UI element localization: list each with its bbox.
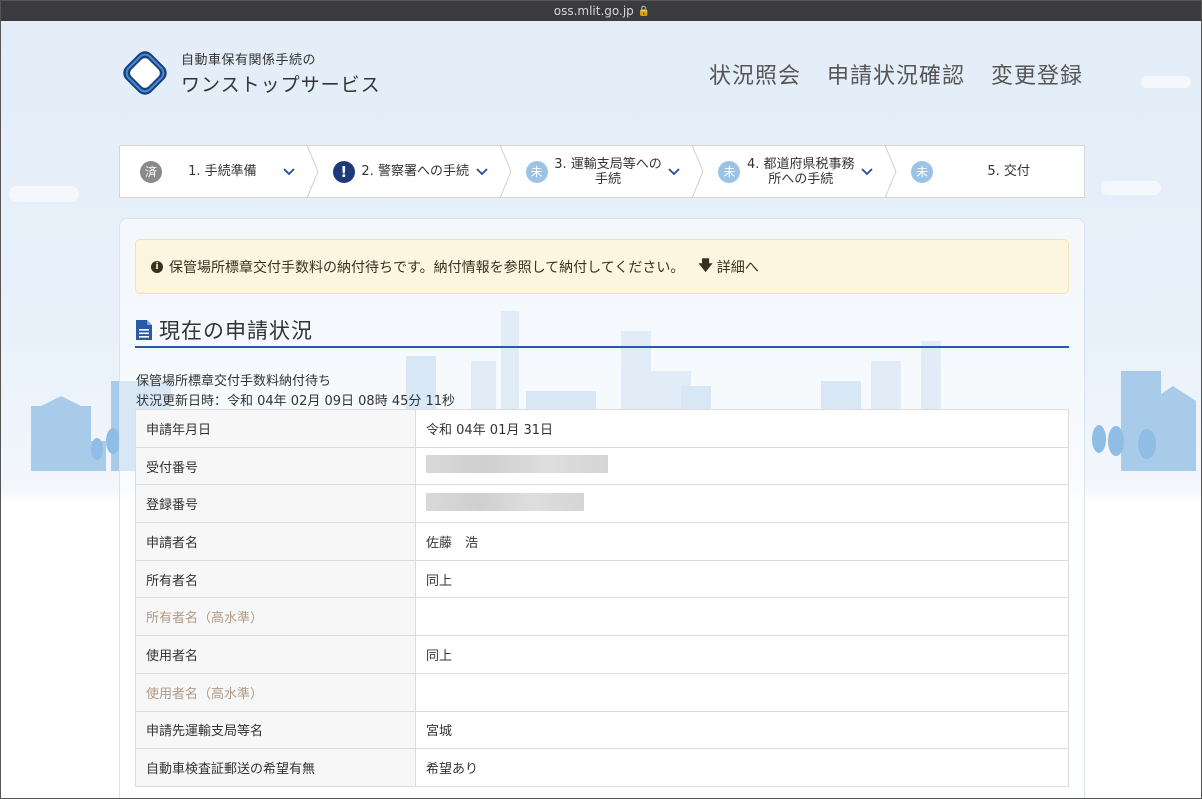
row-key: 申請先運輸支局等名	[135, 710, 416, 750]
step-todo-badge: 未	[911, 160, 934, 183]
chevron-down-icon[interactable]	[475, 167, 490, 176]
url-text: oss.mlit.go.jp	[553, 4, 634, 18]
nav-change-registration[interactable]: 変更登録	[991, 58, 1083, 90]
table-row: 所有者名（高水準）	[135, 597, 1069, 637]
chevron-down-icon[interactable]	[668, 167, 682, 176]
step-label: 1. 手続準備	[188, 164, 257, 179]
document-icon	[136, 319, 152, 340]
address-bar[interactable]: oss.mlit.go.jp 🔒	[1, 1, 1201, 21]
step-1[interactable]: 済 1. 手続準備	[120, 145, 319, 198]
row-key: 自動車検査証郵送の希望有無	[135, 748, 416, 787]
row-value: 佐藤 浩	[415, 522, 1069, 561]
arrow-down-icon: 🡇	[698, 257, 713, 274]
logo-diamond-icon	[123, 51, 167, 95]
detail-link-label: 詳細へ	[716, 259, 759, 276]
application-detail-table: 申請年月日 令和 04年 01月 31日 受付番号 登録番号 申請者名 佐藤 浩…	[135, 409, 1069, 787]
row-key: 申請年月日	[135, 409, 416, 448]
row-value	[415, 446, 1069, 486]
step-label: 5. 交付	[987, 164, 1030, 179]
row-value	[415, 597, 1069, 637]
row-value	[415, 484, 1069, 524]
row-key: 受付番号	[135, 446, 416, 486]
step-todo-badge: 未	[525, 160, 548, 183]
logo-title: ワンストップサービス	[181, 74, 381, 96]
table-row: 申請先運輸支局等名 宮城	[135, 710, 1069, 750]
current-status: 保管場所標章交付手数料納付待ち	[136, 374, 332, 389]
step-3[interactable]: 未 3. 運輸支局等への手続	[506, 145, 704, 198]
page-title: 現在の申請状況	[159, 318, 313, 343]
logo-subtitle: 自動車保有関係手続の	[181, 53, 317, 68]
table-row: 申請者名 佐藤 浩	[135, 522, 1069, 561]
payment-alert: i 保管場所標章交付手数料の納付待ちです。納付情報を参照して納付してください。 …	[135, 239, 1069, 294]
chevron-down-icon[interactable]	[861, 167, 875, 176]
detail-link[interactable]: 🡇 詳細へ	[698, 255, 758, 279]
row-value: 令和 04年 01月 31日	[415, 409, 1069, 448]
redacted-value	[426, 492, 584, 511]
status-updated-time: 状況更新日時：令和 04年 02月 09日 08時 45分 11秒	[136, 394, 456, 409]
nav-status-inquiry[interactable]: 状況照会	[709, 58, 801, 90]
row-value	[415, 672, 1069, 712]
table-row: 登録番号	[135, 484, 1069, 524]
row-key: 所有者名（高水準）	[135, 597, 416, 637]
alert-message: 保管場所標章交付手数料の納付待ちです。納付情報を参照して納付してください。	[169, 259, 685, 276]
alert-icon: !	[332, 160, 355, 183]
row-key: 申請者名	[135, 522, 416, 561]
redacted-value	[426, 455, 608, 474]
step-done-badge: 済	[140, 160, 162, 183]
row-value: 同上	[415, 635, 1069, 674]
row-key: 登録番号	[135, 484, 416, 524]
nav-application-status[interactable]: 申請状況確認	[827, 58, 965, 90]
step-label: 2. 警察署への手続	[361, 164, 469, 179]
table-row: 受付番号	[135, 446, 1069, 486]
procedure-stepper: 済 1. 手続準備 ! 2. 警察署への手続 未 3. 運輸支局等への手続 未	[119, 145, 1085, 198]
table-row: 自動車検査証郵送の希望有無 希望あり	[135, 748, 1069, 787]
step-todo-badge: 未	[718, 160, 741, 183]
row-key: 使用者名	[135, 635, 416, 674]
row-value: 宮城	[415, 710, 1069, 750]
site-logo[interactable]: 自動車保有関係手続の ワンストップサービス	[119, 47, 381, 99]
top-navigation: 状況照会 申請状況確認 変更登録	[709, 58, 1083, 90]
row-value: 同上	[415, 559, 1069, 599]
browser-window: oss.mlit.go.jp 🔒 自動車保有関係手続の ワンストップサービス 状…	[0, 0, 1202, 799]
step-label: 3. 運輸支局等への手続	[554, 156, 662, 187]
step-4[interactable]: 未 4. 都道府県税事務所への手続	[698, 145, 897, 198]
table-row: 申請年月日 令和 04年 01月 31日	[135, 409, 1069, 448]
table-row: 使用者名 同上	[135, 635, 1069, 674]
section-header: 現在の申請状況	[135, 313, 1069, 348]
lock-icon: 🔒	[637, 5, 651, 17]
table-row: 使用者名（高水準）	[135, 672, 1069, 712]
chevron-down-icon[interactable]	[283, 167, 297, 176]
row-value: 希望あり	[415, 748, 1069, 787]
step-2[interactable]: ! 2. 警察署への手続	[313, 145, 512, 198]
row-key: 使用者名（高水準）	[135, 672, 416, 712]
info-icon: i	[151, 260, 163, 273]
row-key: 所有者名	[135, 559, 416, 599]
step-label: 4. 都道府県税事務所への手続	[747, 156, 855, 187]
table-row: 所有者名 同上	[135, 559, 1069, 599]
step-5[interactable]: 未 5. 交付	[891, 146, 1084, 197]
